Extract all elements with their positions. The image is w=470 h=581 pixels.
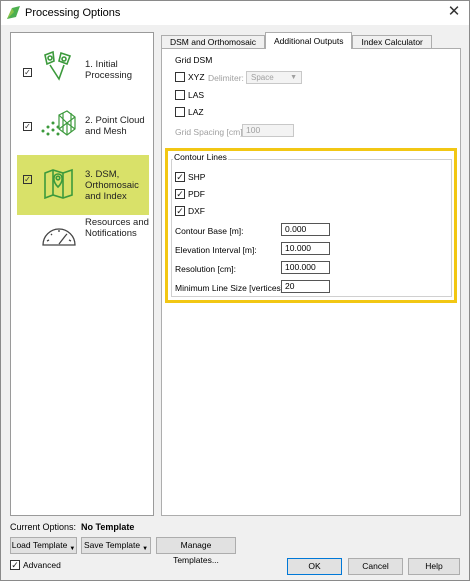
tab-index-calculator[interactable]: Index Calculator — [352, 35, 432, 49]
initial-processing-checkbox[interactable]: ✓ — [23, 68, 32, 77]
min-line-size-field[interactable]: 20 — [281, 280, 330, 293]
current-options-label: Current Options: — [10, 522, 77, 532]
chevron-down-icon: ▼ — [290, 74, 297, 81]
resolution-field[interactable]: 100.000 — [281, 261, 330, 274]
close-icon[interactable]: ✕ — [445, 3, 463, 21]
gauge-icon — [42, 228, 76, 246]
dxf-label: DXF — [188, 206, 205, 216]
pdf-checkbox[interactable]: ✓ PDF — [175, 189, 205, 199]
sidebar-item-dsm-orthomosaic[interactable]: ✓ 3. DSM, Orthomosaic and Index — [17, 155, 149, 215]
dxf-checkbox-box[interactable]: ✓ — [175, 206, 185, 216]
dsm-orthomosaic-checkbox[interactable]: ✓ — [23, 175, 32, 184]
shp-label: SHP — [188, 172, 206, 182]
pdf-label: PDF — [188, 189, 205, 199]
sidebar-item-label: 2. Point Cloud and Mesh — [85, 115, 145, 137]
advanced-checkbox-box[interactable]: ✓ — [10, 560, 20, 570]
xyz-label: XYZ — [188, 72, 205, 82]
current-options-value: No Template — [81, 522, 135, 532]
contour-base-field[interactable]: 0.000 — [281, 223, 330, 236]
sidebar-item-point-cloud[interactable]: ✓ 2. Point Cloud and Mesh — [17, 103, 149, 163]
xyz-checkbox[interactable]: XYZ — [175, 72, 205, 82]
ok-button[interactable]: OK — [287, 558, 342, 575]
delimiter-label: Delimiter: — [208, 73, 244, 83]
sidebar-item-label: 1. Initial Processing — [85, 59, 132, 81]
dropdown-arrow-icon: ▼ — [142, 546, 149, 552]
delimiter-select[interactable]: Space ▼ — [246, 71, 302, 84]
advanced-label: Advanced — [23, 560, 61, 570]
advanced-checkbox[interactable]: ✓ Advanced — [10, 560, 61, 570]
save-template-button[interactable]: Save Template ▼ — [81, 537, 151, 554]
grid-dsm-title: Grid DSM — [175, 55, 213, 65]
laz-checkbox-box[interactable] — [175, 107, 185, 117]
pdf-checkbox-box[interactable]: ✓ — [175, 189, 185, 199]
processing-options-window: Processing Options ✕ ✓ 1. Initial Process… — [0, 0, 470, 581]
point-cloud-checkbox[interactable]: ✓ — [23, 122, 32, 131]
laz-label: LAZ — [188, 107, 204, 117]
min-line-size-label: Minimum Line Size [vertices]: — [175, 283, 286, 293]
grid-spacing-label: Grid Spacing [cm]: — [175, 127, 245, 137]
elevation-interval-field[interactable]: 10.000 — [281, 242, 330, 255]
las-label: LAS — [188, 90, 205, 100]
tab-additional-outputs[interactable]: Additional Outputs — [264, 32, 353, 49]
contour-base-label: Contour Base [m]: — [175, 226, 244, 236]
sidebar-item-label: Resources and Notifications — [85, 217, 149, 239]
grid-spacing-field[interactable]: 100 — [242, 124, 294, 137]
load-template-button[interactable]: Load Template ▼ — [10, 537, 77, 554]
shp-checkbox-box[interactable]: ✓ — [175, 172, 185, 182]
cancel-button[interactable]: Cancel — [348, 558, 403, 575]
xyz-checkbox-box[interactable] — [175, 72, 185, 82]
sidebar-item-resources[interactable]: Resources and Notifications — [17, 209, 149, 269]
contour-lines-title: Contour Lines — [173, 152, 228, 162]
initial-processing-icon — [44, 50, 72, 81]
dxf-checkbox[interactable]: ✓ DXF — [175, 206, 205, 216]
las-checkbox-box[interactable] — [175, 90, 185, 100]
sidebar: ✓ 1. Initial Processing ✓ 2. Point Cloud… — [10, 32, 154, 516]
sidebar-item-label: 3. DSM, Orthomosaic and Index — [85, 169, 139, 202]
point-cloud-icon — [41, 110, 76, 136]
dropdown-arrow-icon: ▼ — [69, 546, 76, 552]
delimiter-value: Space — [251, 73, 274, 82]
laz-checkbox[interactable]: LAZ — [175, 107, 204, 117]
load-template-label: Load Template — [11, 540, 68, 550]
app-icon — [7, 6, 20, 19]
elevation-interval-label: Elevation Interval [m]: — [175, 245, 257, 255]
save-template-label: Save Template — [83, 540, 141, 550]
tab-dsm-orthomosaic[interactable]: DSM and Orthomosaic — [161, 35, 265, 49]
shp-checkbox[interactable]: ✓ SHP — [175, 172, 205, 182]
sidebar-item-initial-processing[interactable]: ✓ 1. Initial Processing — [17, 43, 149, 103]
tab-bar: DSM and Orthomosaic Additional Outputs I… — [161, 32, 432, 49]
window-title: Processing Options — [25, 7, 121, 19]
las-checkbox[interactable]: LAS — [175, 90, 204, 100]
title-bar: Processing Options ✕ — [1, 1, 469, 25]
manage-templates-button[interactable]: Manage Templates... — [156, 537, 236, 565]
help-button[interactable]: Help — [408, 558, 460, 575]
resolution-label: Resolution [cm]: — [175, 264, 236, 274]
map-pin-icon — [44, 168, 73, 199]
